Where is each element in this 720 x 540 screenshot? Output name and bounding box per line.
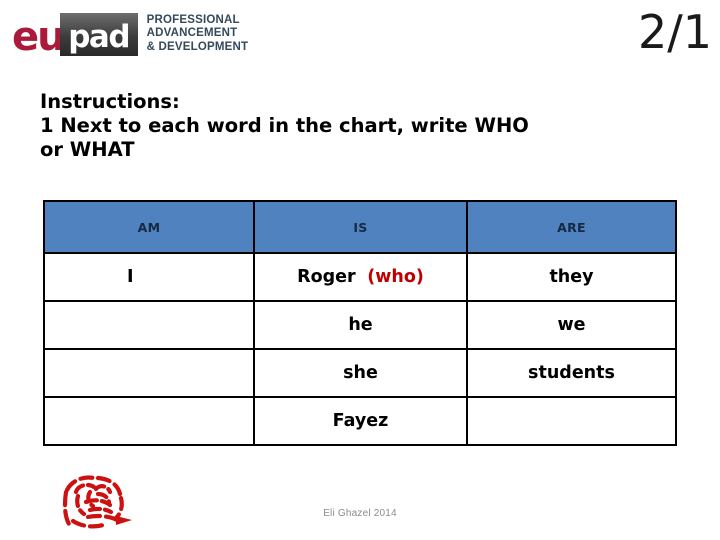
cell-am-2[interactable] — [43, 300, 255, 350]
word-chart-table: AM IS ARE I Roger (who) they he we she s… — [43, 200, 677, 446]
cell-am-3[interactable] — [43, 348, 255, 398]
brand-tagline-line2: ADVANCEMENT — [146, 27, 238, 40]
instructions-heading: Instructions: — [40, 90, 180, 113]
instructions-block: Instructions: 1 Next to each word in the… — [40, 90, 680, 162]
cell-are-1-text: they — [549, 267, 594, 287]
cell-is-4-text: Fayez — [332, 411, 389, 431]
cell-am-1-text: I — [127, 267, 134, 287]
cell-is-2-text: he — [348, 315, 373, 335]
instructions-line-1: 1 Next to each word in the chart, write … — [40, 114, 529, 137]
column-header-is: IS — [253, 200, 468, 254]
logo-pad-text: pad — [68, 18, 130, 55]
cell-is-3-text: she — [343, 363, 378, 383]
logo-eu-text: eu — [12, 14, 66, 60]
cell-is-1[interactable]: Roger (who) — [253, 252, 468, 302]
cell-are-3[interactable]: students — [466, 348, 677, 398]
instructions-line-2: or WHAT — [40, 138, 135, 161]
cell-is-1-answer: (who) — [367, 267, 424, 287]
cell-are-2[interactable]: we — [466, 300, 677, 350]
cell-is-4[interactable]: Fayez — [253, 396, 468, 446]
eupad-logo: eu pad PROFESSIONAL ADVANCEMENT & DEVELO… — [12, 10, 248, 58]
cell-is-1-text: Roger — [297, 267, 356, 287]
cell-are-1[interactable]: they — [466, 252, 677, 302]
cell-am-1[interactable]: I — [43, 252, 255, 302]
cell-are-4[interactable] — [466, 396, 677, 446]
table-row: Fayez — [43, 396, 677, 446]
logo-pad-box: pad — [59, 12, 138, 56]
brand-tagline-line3: & DEVELOPMENT — [146, 40, 249, 53]
brand-header: eu pad PROFESSIONAL ADVANCEMENT & DEVELO… — [0, 0, 720, 86]
cell-are-3-text: students — [528, 363, 615, 383]
brand-tagline: PROFESSIONAL ADVANCEMENT & DEVELOPMENT — [147, 14, 249, 55]
brand-tagline-line1: PROFESSIONAL — [146, 13, 240, 26]
cell-are-2-text: we — [557, 315, 586, 335]
cell-is-3[interactable]: she — [253, 348, 468, 398]
table-row: he we — [43, 300, 677, 350]
red-rose-doodle-icon — [62, 475, 132, 529]
column-header-are: ARE — [466, 200, 677, 254]
table-row: she students — [43, 348, 677, 398]
cell-am-4[interactable] — [43, 396, 255, 446]
cell-is-2[interactable]: he — [253, 300, 468, 350]
column-header-am: AM — [43, 200, 255, 254]
page-number: 2/1 — [637, 5, 712, 59]
table-row: I Roger (who) they — [43, 252, 677, 302]
footer-credit: Eli Ghazel 2014 — [323, 508, 397, 519]
table-header-row: AM IS ARE — [43, 200, 677, 254]
